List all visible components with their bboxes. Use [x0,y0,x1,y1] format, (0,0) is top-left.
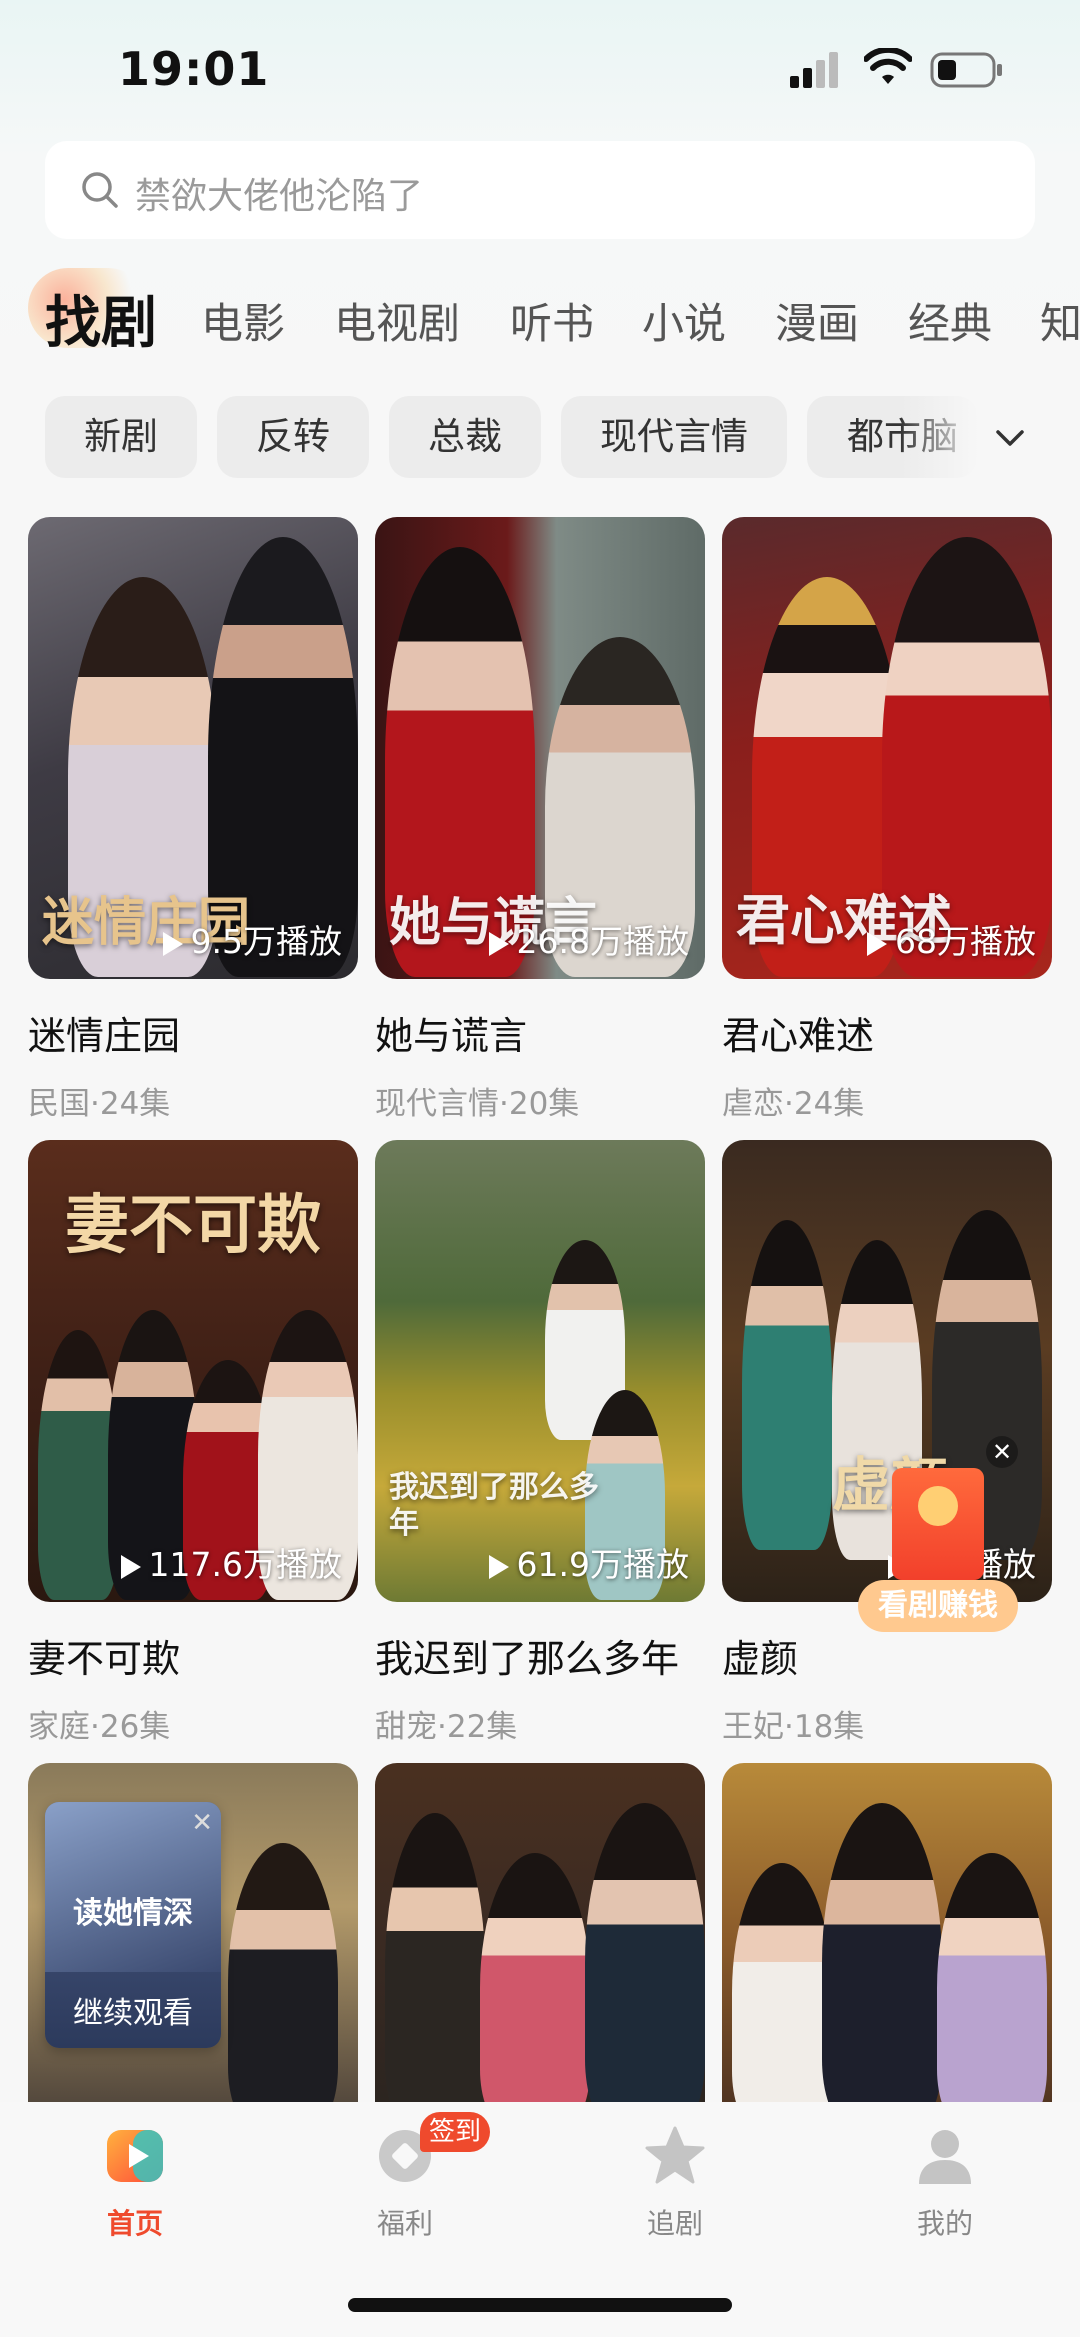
wifi-icon [864,48,912,84]
tab-more[interactable]: 知 [1040,290,1080,351]
drama-poster[interactable]: 我迟到了那么多年 61.9万播放 [375,1140,705,1602]
close-icon[interactable]: ✕ [986,1436,1018,1468]
poster-figure [742,1220,832,1550]
drama-card[interactable]: 迷情庄园 9.5万播放 迷情庄园 民国·24集 [28,517,358,1123]
drama-meta: 虐恋·24集 [722,1086,865,1122]
drama-card[interactable] [722,1763,1052,2123]
star-icon [643,2124,707,2188]
tab-novels[interactable]: 小说 [642,290,726,351]
poster-figure [228,1843,338,2123]
drama-card[interactable]: 我迟到了那么多年 61.9万播放 我迟到了那么多年 甜宠·22集 [375,1140,705,1746]
coin-icon [918,1486,958,1526]
chevron-down-icon[interactable] [990,418,1030,458]
play-icon [488,931,509,956]
drama-title: 虚颜 [722,1637,799,1681]
drama-poster[interactable] [375,1763,705,2123]
search-placeholder: 禁欲大佬他沦陷了 [135,176,424,217]
poster-title: 妻不可欺 [65,1188,321,1263]
user-icon [913,2124,977,2188]
chip-modern-romance[interactable]: 现代言情 [561,396,787,478]
nav-label: 首页 [106,2207,163,2240]
play-count: 9.5万播放 [162,915,342,963]
cellular-signal-icon [790,52,842,88]
play-icon [162,931,183,956]
nav-profile[interactable]: 我的 [865,2124,1025,2242]
chip-new[interactable]: 新剧 [45,396,197,478]
drama-title: 迷情庄园 [28,1014,181,1058]
status-time: 19:01 [118,42,270,96]
watch-earn-button[interactable]: 看剧赚钱 [858,1580,1018,1632]
drama-meta: 现代言情·20集 [375,1086,580,1122]
tab-classics[interactable]: 经典 [908,290,992,351]
drama-card[interactable] [375,1763,705,2123]
drama-card[interactable]: 妻不可欺 117.6万播放 妻不可欺 家庭·26集 [28,1140,358,1746]
play-count: 117.6万播放 [120,1538,342,1586]
poster-figure [822,1803,942,2123]
drama-title: 她与谎言 [375,1014,528,1058]
play-count: 61.9万播放 [488,1538,689,1586]
red-packet-icon[interactable] [892,1468,984,1580]
continue-watching-label: 继续观看 [73,1996,193,2031]
tab-tv-series[interactable]: 电视剧 [334,290,460,351]
poster-figure [732,1863,832,2123]
home-play-icon [103,2124,167,2188]
poster-figure [38,1330,118,1600]
play-count: 26.8万播放 [488,915,689,963]
poster-figure [937,1853,1047,2123]
drama-meta: 甜宠·22集 [375,1709,518,1745]
drama-title: 君心难述 [722,1014,875,1058]
drama-poster[interactable]: 迷情庄园 9.5万播放 [28,517,358,979]
poster-figure [480,1853,590,2123]
drama-poster[interactable] [722,1763,1052,2123]
drama-poster[interactable]: 君心难述 68万播放 [722,517,1052,979]
drama-title: 我迟到了那么多年 [375,1637,680,1681]
play-count: 68万播放 [867,915,1036,963]
close-icon[interactable]: ✕ [191,1808,213,1838]
drama-poster[interactable]: 妻不可欺 117.6万播放 [28,1140,358,1602]
play-icon [120,1554,141,1579]
nav-follow[interactable]: 追剧 [595,2124,755,2242]
continue-show-title: 读她情深 [73,1896,193,1931]
filter-chips: 新剧 反转 总裁 现代言情 都市脑 [0,396,1080,480]
drama-meta: 民国·24集 [28,1086,171,1122]
drama-title: 妻不可欺 [28,1637,181,1681]
drama-card[interactable]: 君心难述 68万播放 君心难述 虐恋·24集 [722,517,1052,1123]
drama-card[interactable]: 她与谎言 26.8万播放 她与谎言 现代言情·20集 [375,517,705,1123]
chips-fade [900,396,980,480]
chip-ceo[interactable]: 总裁 [389,396,541,478]
play-icon [867,931,887,956]
category-tabs: 找剧 电影 电视剧 听书 小说 漫画 经典 知 [0,272,1080,362]
nav-home[interactable]: 首页 [55,2124,215,2242]
play-icon [488,1554,509,1579]
tab-comics[interactable]: 漫画 [775,290,859,351]
poster-figure [585,1803,705,2123]
search-bar[interactable]: 禁欲大佬他沦陷了 [45,141,1035,239]
nav-label: 福利 [376,2207,433,2240]
tab-audiobooks[interactable]: 听书 [510,290,594,351]
tab-find-drama[interactable]: 找剧 [45,278,157,359]
drama-meta: 家庭·26集 [28,1709,171,1745]
sign-in-badge: 签到 [420,2112,490,2152]
drama-meta: 王妃·18集 [722,1709,865,1745]
nav-label: 我的 [916,2207,973,2240]
continue-watching-card[interactable]: 读她情深 ✕ 继续观看 [45,1802,221,2048]
poster-title: 我迟到了那么多年 [389,1470,599,1541]
poster-figure [385,1813,485,2123]
drama-poster[interactable]: 她与谎言 26.8万播放 [375,517,705,979]
battery-icon [930,52,1002,88]
nav-label: 追剧 [646,2207,703,2240]
drama-poster[interactable]: 虚颜 7万播放 [722,1140,1052,1602]
tab-movies[interactable]: 电影 [201,290,285,351]
chip-twist[interactable]: 反转 [217,396,369,478]
home-indicator[interactable] [348,2298,732,2312]
search-icon [82,172,118,208]
